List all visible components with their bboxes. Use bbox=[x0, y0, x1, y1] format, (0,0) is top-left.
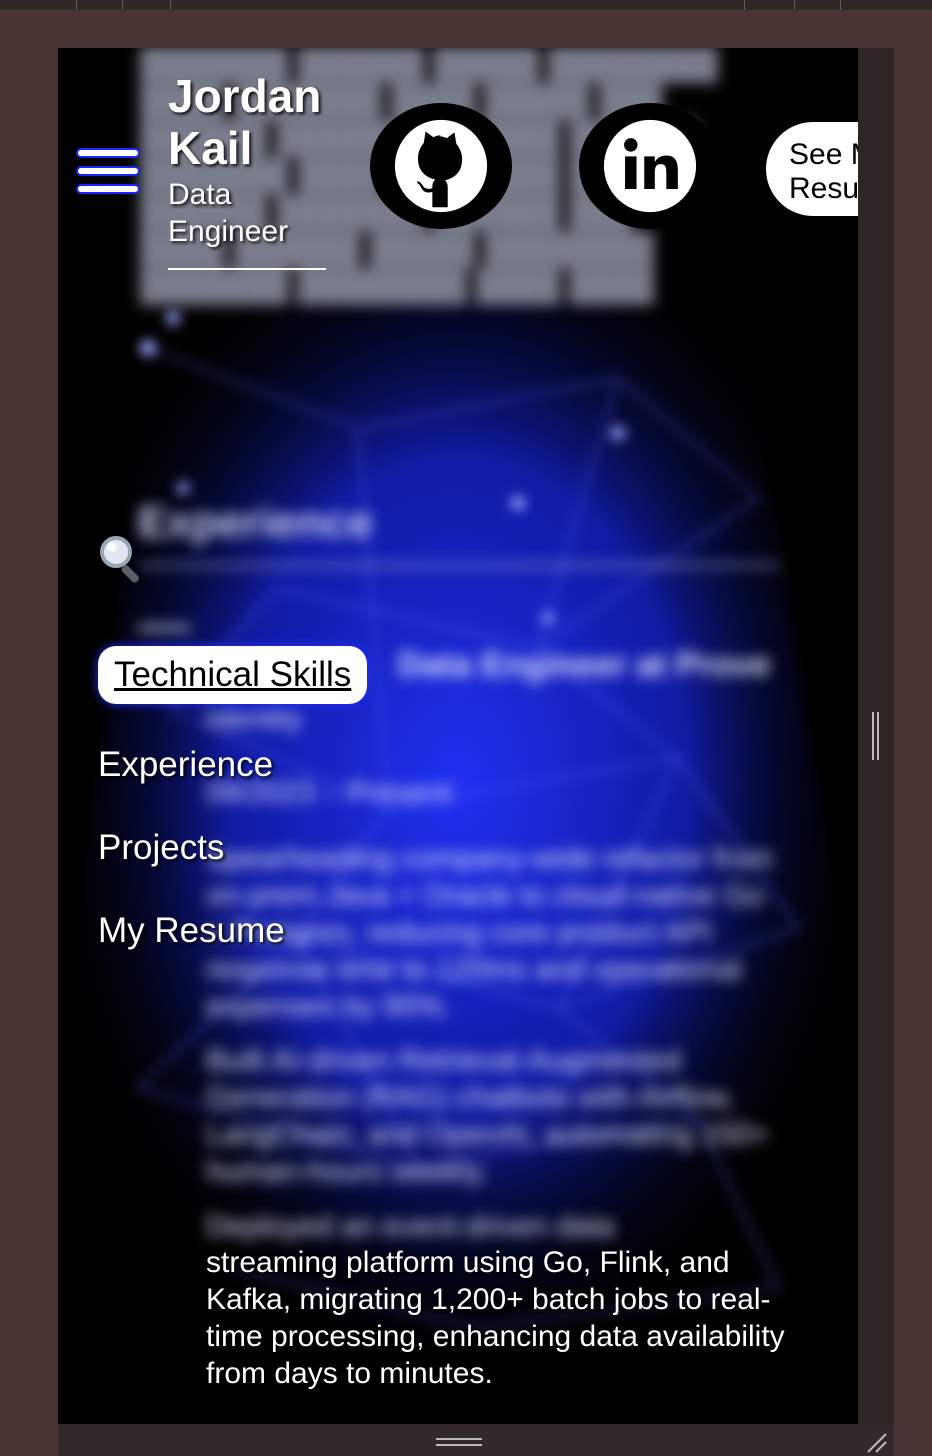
job-dates: 09/2023 – Present bbox=[206, 776, 452, 809]
job-logo-placeholder: ▬▬ bbox=[138, 608, 190, 638]
linkedin-icon bbox=[603, 119, 697, 213]
page-viewport: ███████ ██████ █████ ████████ ████ ██████… bbox=[58, 48, 858, 1424]
name-underline bbox=[168, 268, 326, 270]
section-divider bbox=[140, 564, 780, 567]
linkedin-link[interactable] bbox=[579, 103, 721, 229]
horizontal-resize-handle[interactable] bbox=[436, 1438, 482, 1446]
nav-item-technical-skills[interactable]: Technical Skills bbox=[98, 646, 368, 704]
browser-top-bar bbox=[0, 0, 932, 10]
job-title: Data Engineer at Prove bbox=[398, 646, 771, 684]
nav-item-projects[interactable]: Projects bbox=[98, 828, 224, 868]
resize-corner-icon[interactable] bbox=[864, 1430, 888, 1454]
job-bullet-3-start: Deployed an event-driven data bbox=[206, 1210, 615, 1243]
job-role: Data Engineer bbox=[168, 178, 289, 248]
search-icon[interactable] bbox=[96, 532, 148, 584]
name-last: Kail bbox=[168, 122, 253, 174]
site-owner-name: Jordan Kail bbox=[168, 70, 321, 174]
job-bullet-1: Spearheading company-wide refactor from … bbox=[206, 842, 773, 1023]
name-first: Jordan bbox=[168, 70, 322, 122]
job-bullet-2: Built AI-driven Retrieval-Augmented Gene… bbox=[206, 1044, 769, 1188]
job-company: Identity bbox=[206, 702, 303, 735]
hamburger-menu-icon[interactable] bbox=[78, 146, 138, 196]
github-icon bbox=[394, 119, 488, 213]
section-heading: Experience bbox=[138, 498, 373, 547]
job-bullet-3: streaming platform using Go, Flink, and … bbox=[206, 1246, 785, 1390]
vertical-resize-handle[interactable] bbox=[872, 712, 880, 760]
nav-item-my-resume[interactable]: My Resume bbox=[98, 911, 285, 951]
nav-item-experience[interactable]: Experience bbox=[98, 745, 273, 785]
github-link[interactable] bbox=[370, 103, 512, 229]
see-resume-button[interactable]: See My Resume bbox=[766, 122, 858, 216]
